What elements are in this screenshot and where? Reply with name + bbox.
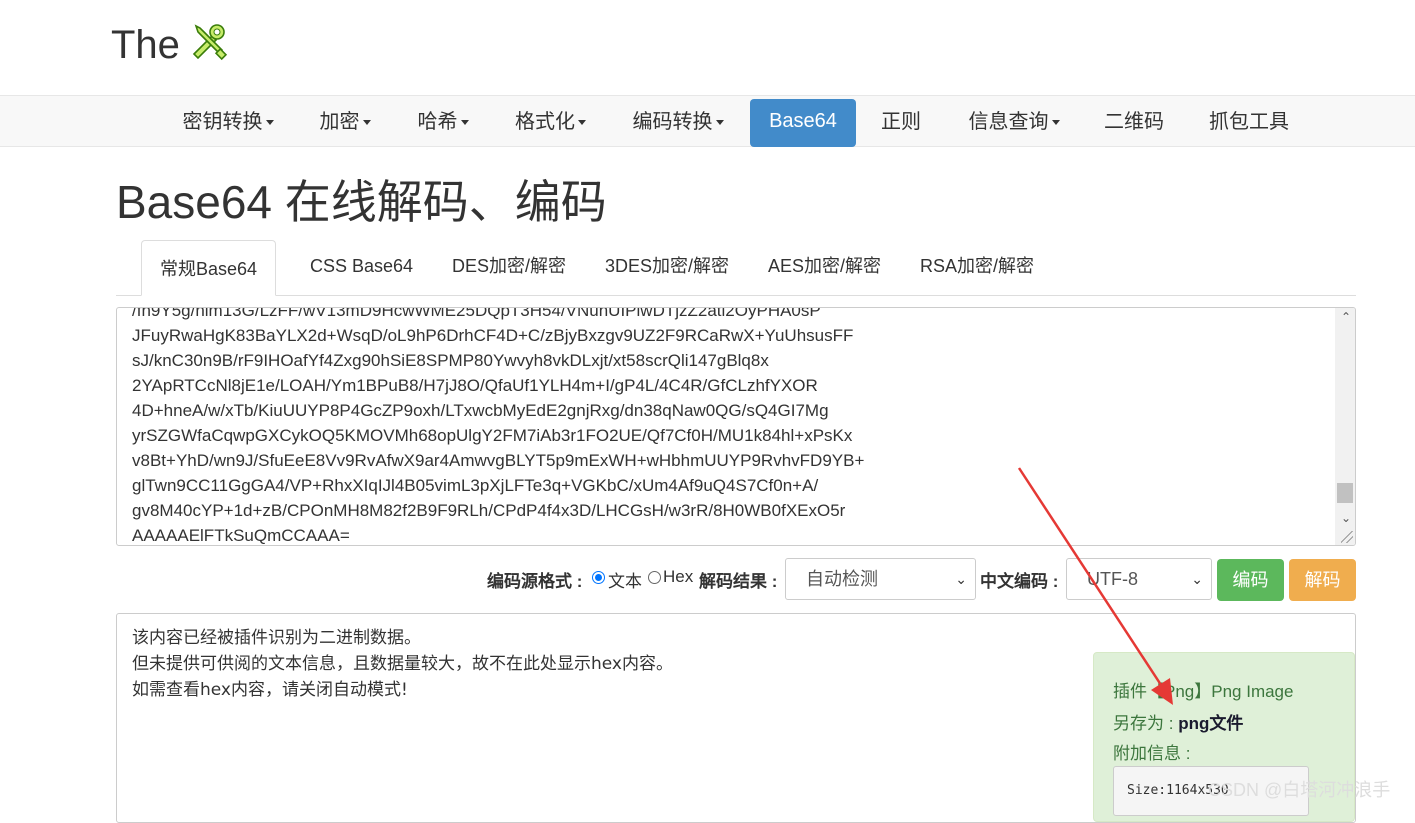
page-title: Base64 在线解码、编码 [116, 176, 607, 228]
chevron-down-icon: ⌄ [1191, 571, 1203, 587]
controls-row: 编码源格式 : 文本 Hex 解码结果 : 自动检测 ⌄ 中文编码 : UTF-… [0, 557, 1415, 601]
charset-select[interactable]: UTF-8 ⌄ [1066, 558, 1212, 600]
nav-item-key-convert[interactable]: 密钥转换 [170, 100, 286, 148]
charset-value: UTF-8 [1087, 569, 1138, 589]
brand-text: The [111, 23, 180, 67]
radio-hex[interactable] [648, 571, 661, 584]
nav-item-regex[interactable]: 正则 [866, 100, 936, 148]
caret-down-icon [362, 120, 371, 126]
resize-grip-icon[interactable] [1341, 531, 1353, 543]
top-navbar: 密钥转换 加密 哈希 格式化 编码转换 Base64 正则 信息查询 二维码 抓… [0, 95, 1415, 147]
plugin-title: 插件【Png】Png Image [1113, 682, 1294, 701]
source-format-label: 编码源格式 : [487, 572, 583, 591]
tab-des[interactable]: DES加密/解密 [434, 240, 584, 295]
decode-button[interactable]: 解码 [1289, 559, 1356, 601]
tools-icon [186, 20, 230, 76]
tab-bar: 常规Base64 CSS Base64 DES加密/解密 3DES加密/解密 A… [116, 240, 1356, 296]
caret-down-icon [1051, 120, 1060, 126]
nav-item-encoding[interactable]: 编码转换 [619, 100, 737, 148]
tab-rsa[interactable]: RSA加密/解密 [902, 240, 1052, 295]
output-line: 该内容已经被插件识别为二进制数据。 [132, 628, 421, 648]
nav-item-info-query[interactable]: 信息查询 [956, 100, 1072, 148]
save-as-label: 另存为 : [1113, 714, 1174, 733]
nav-item-hash[interactable]: 哈希 [404, 100, 482, 148]
brand-logo[interactable]: The [111, 20, 230, 76]
decode-result-label: 解码结果 : [699, 572, 778, 591]
save-as-row: 另存为 : png文件 [1113, 709, 1243, 734]
nav-item-base64[interactable]: Base64 [750, 99, 856, 147]
caret-down-icon [578, 120, 586, 126]
tab-3des[interactable]: 3DES加密/解密 [587, 240, 747, 295]
tab-aes[interactable]: AES加密/解密 [750, 240, 899, 295]
extra-info-label: 附加信息 : [1113, 744, 1191, 763]
watermark: CSDN @白塔河冲浪手 [1208, 780, 1391, 800]
input-content: /fn9Y5g/nlm13G/LzFF/wV13mD9HcwWME25DQpT3… [132, 307, 865, 545]
decode-result-select[interactable]: 自动检测 ⌄ [785, 558, 976, 600]
scroll-up-icon[interactable]: ⌃ [1341, 310, 1351, 324]
radio-text[interactable] [592, 571, 605, 584]
caret-down-icon [460, 120, 469, 126]
nav-item-encrypt[interactable]: 加密 [306, 100, 384, 148]
nav-item-format[interactable]: 格式化 [502, 100, 599, 148]
nav-item-capture-tool[interactable]: 抓包工具 [1196, 100, 1302, 148]
base64-input-textarea[interactable]: /fn9Y5g/nlm13G/LzFF/wV13mD9HcwWME25DQpT3… [116, 307, 1356, 546]
output-line: 如需查看hex内容，请关闭自动模式! [132, 680, 408, 700]
header: The [0, 0, 1415, 95]
save-as-png-link[interactable]: png文件 [1178, 714, 1243, 733]
vertical-scrollbar[interactable]: ⌃ ⌄ [1335, 308, 1355, 545]
tab-css-base64[interactable]: CSS Base64 [292, 240, 431, 295]
output-line: 但未提供可供阅的文本信息，且数据量较大，故不在此处显示hex内容。 [132, 654, 673, 674]
caret-down-icon [715, 120, 724, 126]
encode-button[interactable]: 编码 [1217, 559, 1284, 601]
decode-result-value: 自动检测 [806, 569, 878, 589]
scroll-down-icon[interactable]: ⌄ [1341, 511, 1351, 525]
radio-text-label[interactable]: 文本 [608, 567, 642, 592]
caret-down-icon [265, 120, 274, 126]
radio-hex-label[interactable]: Hex [663, 567, 693, 587]
scroll-thumb[interactable] [1337, 483, 1353, 503]
tab-standard-base64[interactable]: 常规Base64 [141, 240, 277, 296]
charset-label: 中文编码 : [980, 572, 1059, 591]
chevron-down-icon: ⌄ [955, 571, 967, 587]
nav-item-qrcode[interactable]: 二维码 [1090, 100, 1178, 148]
